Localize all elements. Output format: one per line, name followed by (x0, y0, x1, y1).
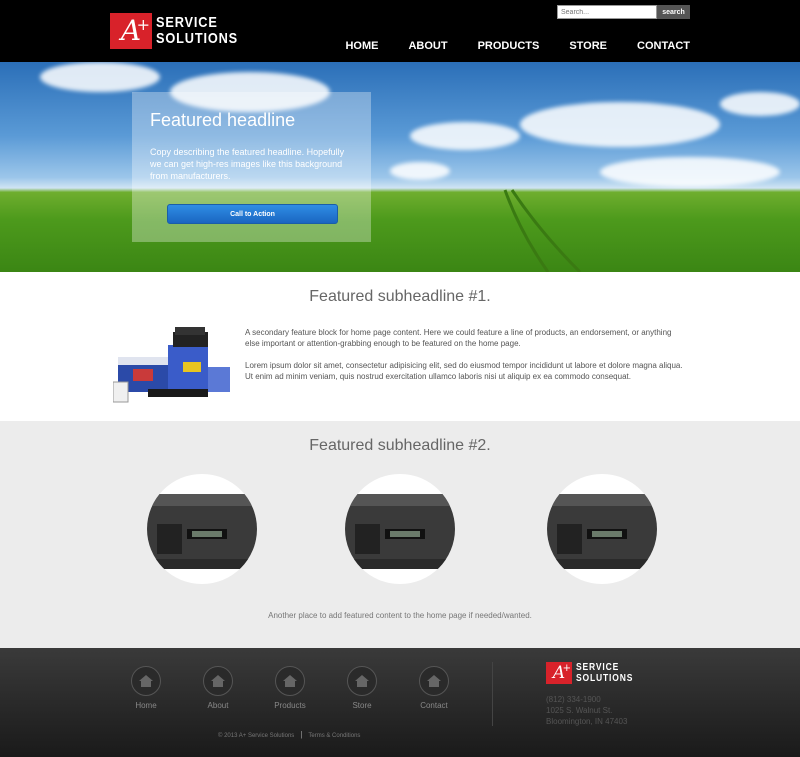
footer-nav-label: Store (352, 701, 372, 710)
footer-nav-products[interactable]: Products (270, 666, 310, 710)
nav-store[interactable]: STORE (569, 40, 607, 52)
toner-products-image (113, 327, 230, 403)
footer-nav-label: Contact (420, 701, 448, 710)
search-input[interactable] (557, 5, 657, 19)
feature1-paragraph-2: Lorem ipsum dolor sit amet, consectetur … (245, 361, 683, 381)
logo-mark: A + (546, 662, 572, 684)
home-icon (131, 666, 161, 696)
footer-nav-contact[interactable]: Contact (414, 666, 454, 710)
logo-plus: + (136, 15, 150, 34)
logo-line2: SOLUTIONS (156, 30, 239, 47)
footer-nav-about[interactable]: About (198, 666, 238, 710)
logo-mark: A + (110, 13, 152, 49)
main-nav: HOME ABOUT PRODUCTS STORE CONTACT (315, 40, 690, 52)
hero-panel: Featured headline Copy describing the fe… (132, 92, 371, 242)
footer-nav-label: Products (274, 701, 306, 710)
printer-icon (345, 494, 455, 569)
nav-contact[interactable]: CONTACT (637, 40, 690, 52)
footer-nav-label: Home (135, 701, 157, 710)
footer-nav-home[interactable]: Home (126, 666, 166, 710)
nav-about[interactable]: ABOUT (408, 40, 447, 52)
footer-nav-label: About (207, 701, 229, 710)
nav-home[interactable]: HOME (345, 40, 378, 52)
search-button[interactable]: search (657, 5, 690, 19)
copyright-text: © 2013 A+ Service Solutions (218, 733, 295, 739)
site-logo[interactable]: A + SERVICE SOLUTIONS (110, 13, 253, 49)
call-to-action-button[interactable]: Call to Action (167, 204, 338, 224)
field-track (503, 189, 582, 272)
printer-image-1[interactable] (147, 474, 257, 584)
logo-text: SERVICE SOLUTIONS (156, 15, 238, 47)
logo-line2: SOLUTIONS (576, 673, 634, 684)
footer-phone: (812) 334-1900 (546, 695, 601, 704)
hero-title: Featured headline (150, 110, 296, 130)
logo-text: SERVICE SOLUTIONS (576, 662, 633, 684)
logo-plus: + (562, 663, 571, 674)
feature-section-1: Featured subheadline #1. A secondary fea… (0, 272, 800, 421)
hero-banner: Featured headline Copy describing the fe… (0, 62, 800, 272)
printer-image-3[interactable] (547, 474, 657, 584)
footer-divider (492, 662, 493, 726)
logo-line1: SERVICE (576, 662, 620, 673)
printer-icon (547, 494, 657, 569)
feature1-paragraph-1: A secondary feature block for home page … (245, 328, 672, 348)
home-icon (347, 666, 377, 696)
footer-separator: | (300, 730, 303, 739)
footer-legal: © 2013 A+ Service Solutions | Terms & Cond… (218, 730, 360, 739)
feature1-title: Featured subheadline #1. (309, 288, 491, 305)
footer-logo[interactable]: A + SERVICE SOLUTIONS (546, 662, 643, 684)
footer-city: Bloomington, IN 47403 (546, 717, 628, 726)
search-form: search (557, 5, 690, 19)
feature1-text: A secondary feature block for home page … (245, 327, 685, 393)
printer-image-2[interactable] (345, 474, 455, 584)
feature2-caption: Another place to add featured content to… (268, 611, 532, 620)
printer-icon (147, 494, 257, 569)
nav-products[interactable]: PRODUCTS (478, 40, 540, 52)
home-icon (419, 666, 449, 696)
feature2-title: Featured subheadline #2. (309, 437, 491, 454)
terms-link[interactable]: Terms & Conditions (308, 733, 360, 739)
logo-line1: SERVICE (156, 14, 218, 31)
footer-street: 1025 S. Walnut St. (546, 706, 613, 715)
home-icon (275, 666, 305, 696)
site-header: A+ SERVICE SOLUTIONS search HOME ABOUT P… (0, 0, 800, 62)
site-footer: Home About Products Store Contact A + SER… (0, 648, 800, 757)
hero-copy: Copy describing the featured headline. H… (150, 147, 345, 181)
home-icon (203, 666, 233, 696)
footer-address: (812) 334-1900 1025 S. Walnut St. Bloomi… (546, 694, 627, 727)
feature-section-2: Featured subheadline #2. Another place t… (0, 421, 800, 648)
footer-nav-store[interactable]: Store (342, 666, 382, 710)
